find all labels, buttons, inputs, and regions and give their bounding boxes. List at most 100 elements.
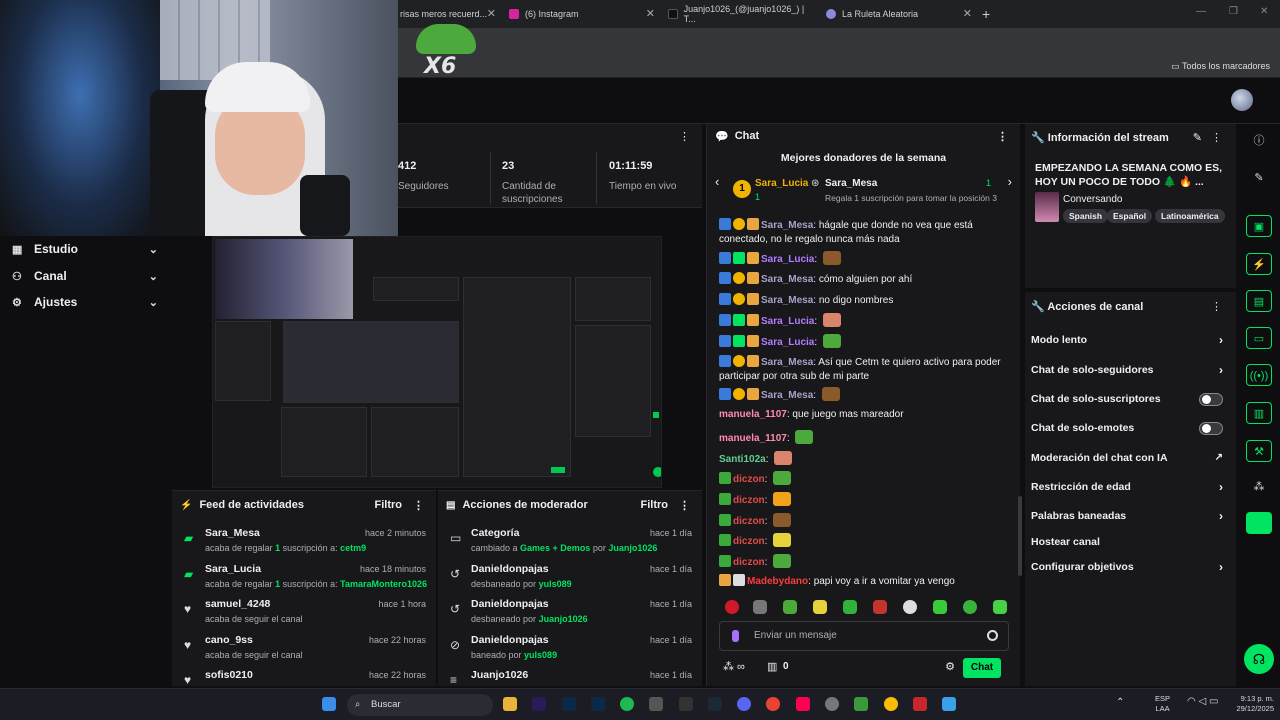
action-palabras-baneadas[interactable]: Palabras baneadas › (1031, 506, 1231, 526)
emote-icon[interactable] (903, 600, 917, 614)
toggle-switch[interactable] (1199, 422, 1223, 435)
chat-icon[interactable]: ▭ (1246, 327, 1272, 349)
chat-scrollbar[interactable] (1018, 496, 1022, 576)
sidebar-item-canal[interactable]: ⚇ Canal ⌄ (12, 265, 162, 287)
action-chat-de-solo-seguidores[interactable]: Chat de solo-seguidores › (1031, 360, 1231, 380)
emoji-icon[interactable] (987, 630, 998, 641)
language-indicator[interactable]: ESP LAA (1155, 694, 1170, 714)
action-hostear-canal[interactable]: Hostear canal (1031, 532, 1231, 552)
emote-icon[interactable] (783, 600, 797, 614)
steam-icon[interactable] (708, 697, 722, 711)
tag[interactable]: Spanish (1063, 209, 1109, 223)
emote-icon[interactable] (725, 600, 739, 614)
action-restricci-n-de-edad[interactable]: Restricción de edad › (1031, 477, 1231, 497)
app-icon[interactable] (649, 697, 663, 711)
emote-icon[interactable] (843, 600, 857, 614)
chat-username[interactable]: manuela_1107 (719, 433, 787, 444)
settings-icon[interactable]: ⚙ (945, 660, 955, 673)
discord-icon[interactable] (737, 697, 751, 711)
list-item[interactable]: ▰ Sara_Lucia hace 18 minutos acaba de regal… (180, 563, 430, 597)
chevron-right-icon[interactable]: › (1008, 174, 1012, 189)
photoshop-icon[interactable] (562, 697, 576, 711)
browser-tab[interactable]: La Ruleta Aleatoria ✕ (826, 3, 972, 25)
help-icon[interactable]: ☊ (1244, 644, 1274, 674)
premiere-icon[interactable] (532, 697, 546, 711)
close-icon[interactable]: ✕ (646, 7, 655, 20)
layout-icon[interactable]: ▥ (1246, 402, 1272, 424)
minimize-icon[interactable]: — (1196, 6, 1206, 17)
maximize-icon[interactable]: ❐ (1229, 6, 1238, 17)
chat-username[interactable]: Sara_Lucia (761, 254, 814, 265)
avatar[interactable] (1231, 89, 1253, 111)
lightning-icon[interactable]: ⚡ (1246, 253, 1272, 275)
emote-icon[interactable] (813, 600, 827, 614)
clip-icon[interactable]: ▣ (1246, 215, 1272, 237)
game-icon[interactable] (1246, 512, 1272, 534)
more-options-icon[interactable]: ⋮ (1211, 300, 1222, 313)
chat-username[interactable]: Sara_Lucia (761, 316, 814, 327)
more-options-icon[interactable]: ⋮ (679, 499, 690, 512)
chat-username[interactable]: Madebydano (747, 576, 808, 587)
list-item[interactable]: ⊘ Danieldonpajas hace 1 día baneado por yul… (446, 634, 696, 668)
app-icon[interactable] (913, 697, 927, 711)
emote-icon[interactable] (873, 600, 887, 614)
windows-start-icon[interactable] (322, 697, 336, 711)
minecraft-icon[interactable] (854, 697, 868, 711)
toggle-switch[interactable] (1199, 393, 1223, 406)
taskbar-search[interactable]: ⌕ Buscar (347, 694, 493, 716)
close-icon[interactable]: ✕ (487, 7, 496, 20)
edit-icon[interactable]: ✎ (1246, 167, 1272, 189)
emote-icon[interactable] (993, 600, 1007, 614)
app-icon[interactable] (942, 697, 956, 711)
lightroom-icon[interactable] (591, 697, 605, 711)
chat-username[interactable]: Santi102a (719, 454, 766, 465)
chat-username[interactable]: diczon (733, 516, 765, 527)
emote-icon[interactable] (753, 600, 767, 614)
chat-username[interactable]: Sara_Mesa (761, 274, 813, 285)
close-icon[interactable]: ✕ (963, 7, 972, 20)
chat-username[interactable]: diczon (733, 495, 765, 506)
browser-tab[interactable]: Juanjo1026_(@juanjo1026_) | T... (668, 3, 812, 25)
sidebar-item-estudio[interactable]: ▦ Estudio ⌄ (12, 238, 162, 260)
chat-username[interactable]: diczon (733, 474, 765, 485)
tools-icon[interactable]: ⚒ (1246, 440, 1272, 462)
wifi-icon[interactable]: ◠ ◁ ▭ (1187, 697, 1218, 707)
action-chat-de-solo-emotes[interactable]: Chat de solo-emotes (1031, 418, 1231, 438)
action-moderaci-n-del-chat-con-ia[interactable]: Moderación del chat con IA ↗ (1031, 448, 1231, 468)
emote-icon[interactable] (963, 600, 977, 614)
more-options-icon[interactable]: ⋮ (679, 130, 690, 143)
list-item[interactable]: ▭ Categoría hace 1 día cambiado a Games + D… (446, 527, 696, 561)
list-item[interactable]: ↺ Danieldonpajas hace 1 día desbaneado por … (446, 563, 696, 597)
info-icon[interactable]: ⓘ (1246, 130, 1272, 152)
close-window-icon[interactable]: ✕ (1260, 6, 1268, 17)
edit-icon[interactable]: ✎ (1193, 131, 1202, 144)
chrome-icon[interactable] (884, 697, 898, 711)
chat-username[interactable]: Sara_Mesa (761, 390, 813, 401)
extensions-icon[interactable]: ⁂ (1246, 476, 1272, 498)
broadcast-icon[interactable]: ((•)) (1246, 364, 1272, 386)
filter-button[interactable]: Filtro (375, 499, 403, 511)
chat-input[interactable]: Enviar un mensaje (719, 621, 1009, 651)
app-icon[interactable] (679, 697, 693, 711)
chat-username[interactable]: Sara_Mesa (761, 220, 813, 231)
store-icon[interactable]: ▥ (767, 660, 777, 673)
points-icon[interactable]: ⁂ ∞ (723, 660, 745, 673)
tiktok-icon[interactable] (796, 697, 810, 711)
bookmarks-folder[interactable]: ▭ Todos los marcadores (1171, 61, 1270, 72)
more-options-icon[interactable]: ⋮ (997, 130, 1008, 143)
send-chat-button[interactable]: Chat (963, 658, 1001, 678)
more-options-icon[interactable]: ⋮ (1211, 131, 1222, 144)
mic-icon[interactable] (732, 630, 739, 642)
list-item[interactable]: ▰ Sara_Mesa hace 2 minutos acaba de regalar… (180, 527, 430, 561)
clock[interactable]: 9:13 p. m. 29/12/2025 (1222, 694, 1274, 714)
sidebar-item-ajustes[interactable]: ⚙ Ajustes ⌄ (12, 291, 162, 313)
list-item[interactable]: ♥ cano_9ss hace 22 horas acaba de seguir el… (180, 634, 430, 668)
chat-username[interactable]: diczon (733, 557, 765, 568)
obs-icon[interactable] (825, 697, 839, 711)
chat-username[interactable]: Sara_Lucia (761, 337, 814, 348)
list-item[interactable]: ↺ Danieldonpajas hace 1 día desbaneado por … (446, 598, 696, 632)
chevron-left-icon[interactable]: ‹ (715, 174, 719, 189)
chrome-icon[interactable] (766, 697, 780, 711)
action-modo-lento[interactable]: Modo lento › (1031, 330, 1231, 350)
document-icon[interactable]: ▤ (1246, 290, 1272, 312)
